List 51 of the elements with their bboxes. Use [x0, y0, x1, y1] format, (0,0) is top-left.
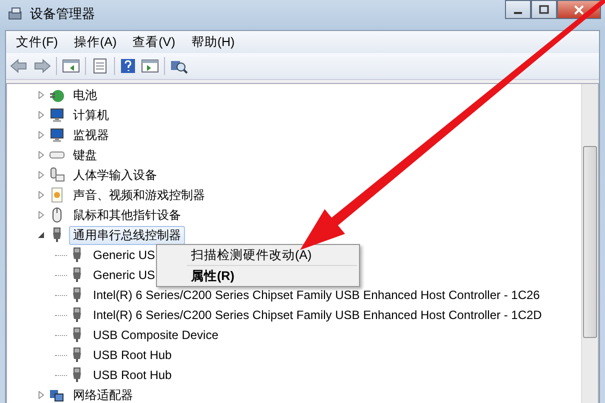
scrollbar[interactable]: [581, 84, 598, 403]
menu-item[interactable]: 帮助(H): [185, 32, 241, 52]
battery-icon: [49, 87, 65, 103]
expand-icon[interactable]: [37, 391, 45, 399]
tree-item[interactable]: Generic US: [89, 267, 160, 283]
console-tree-icon[interactable]: [62, 58, 80, 74]
tree-item[interactable]: 监视器: [69, 126, 113, 144]
maximize-button[interactable]: [531, 0, 557, 19]
tree-item[interactable]: 电池: [69, 86, 101, 104]
sound-icon: [49, 187, 65, 203]
expand-icon[interactable]: [37, 131, 45, 139]
window-title: 设备管理器: [30, 5, 95, 23]
expand-icon[interactable]: [37, 211, 45, 219]
menu-item[interactable]: 操作(A): [68, 32, 123, 52]
tree-item[interactable]: 人体学输入设备: [69, 166, 161, 184]
tree-item[interactable]: Intel(R) 6 Series/C200 Series Chipset Family USB Enhanced Host Controller - 1C2D: [89, 307, 546, 323]
tree-item[interactable]: 鼠标和其他指针设备: [69, 206, 185, 224]
menu-item[interactable]: 文件(F): [10, 32, 64, 52]
maximize-icon: [539, 4, 549, 14]
expand-icon[interactable]: [37, 171, 45, 179]
context-menu-item[interactable]: 属性(R): [157, 267, 359, 285]
close-icon: [574, 4, 584, 14]
tree-item[interactable]: 声音、视频和游戏控制器: [69, 186, 209, 204]
tree-item[interactable]: Intel(R) 6 Series/C200 Series Chipset Family USB Enhanced Host Controller - 1C26: [89, 287, 544, 303]
tree-item[interactable]: Generic US: [89, 247, 160, 263]
tree-item[interactable]: 网络适配器: [69, 386, 137, 403]
minimize-button[interactable]: [505, 0, 531, 19]
tree-item[interactable]: USB Root Hub: [89, 347, 176, 363]
tree-item[interactable]: 计算机: [69, 106, 113, 124]
hid-icon: [49, 167, 65, 183]
expand-icon[interactable]: [37, 151, 45, 159]
expand-icon[interactable]: [37, 111, 45, 119]
network-icon: [49, 387, 65, 403]
collapse-icon[interactable]: [37, 231, 45, 239]
tree-item[interactable]: 通用串行总线控制器: [69, 226, 185, 244]
forward-icon[interactable]: [33, 58, 51, 74]
minimize-icon: [514, 12, 522, 14]
back-icon[interactable]: [10, 58, 28, 74]
scrollbar-thumb[interactable]: [583, 146, 597, 338]
tree-item[interactable]: USB Composite Device: [89, 327, 222, 343]
help-icon[interactable]: [120, 58, 136, 74]
computer-icon: [49, 107, 65, 123]
action-pane-icon[interactable]: [141, 58, 159, 74]
expand-icon[interactable]: [37, 191, 45, 199]
properties-icon[interactable]: [91, 58, 109, 74]
menu-item[interactable]: 查看(V): [126, 32, 182, 52]
tree-item[interactable]: USB Root Hub: [89, 367, 176, 383]
expand-icon[interactable]: [37, 91, 45, 99]
monitor-icon: [49, 127, 65, 143]
context-menu-item[interactable]: 扫描检测硬件改动(A): [157, 246, 359, 264]
tree-item[interactable]: 键盘: [69, 146, 101, 164]
